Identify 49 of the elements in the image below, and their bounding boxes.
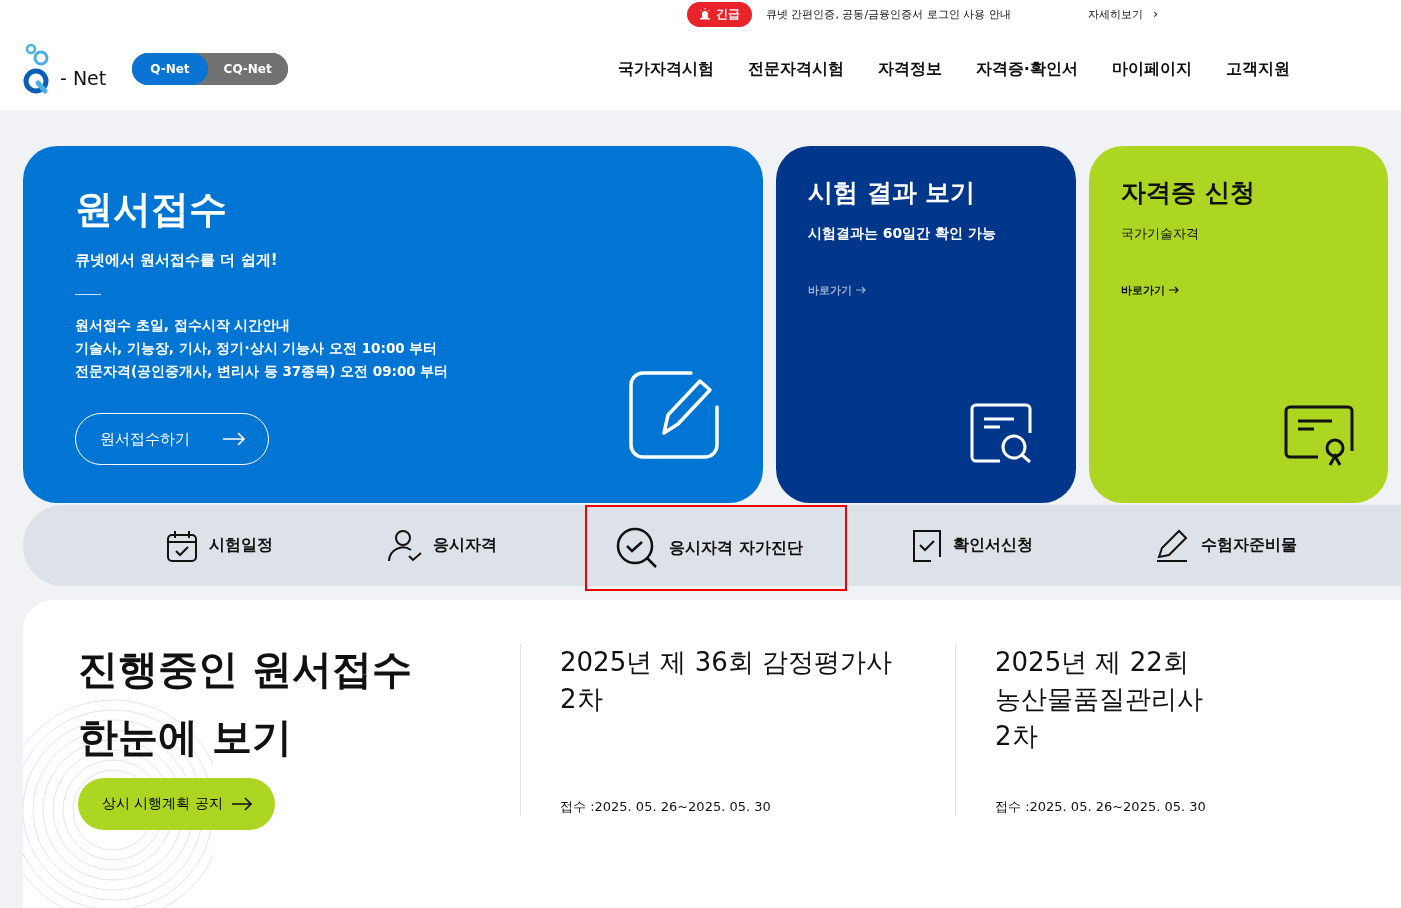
card-title: 시험 결과 보기	[808, 177, 977, 209]
logo[interactable]: - Net	[22, 43, 107, 95]
certificate-icon	[1284, 405, 1354, 467]
card-title: 원서접수	[75, 186, 228, 233]
document-search-icon	[970, 403, 1034, 463]
section-title: 한눈에 보기	[78, 714, 293, 760]
arrow-right-icon	[230, 797, 253, 811]
quick-menu-item[interactable]: 응시자격	[385, 505, 585, 586]
calendar-icon	[165, 528, 199, 563]
exam-title[interactable]: 농산물품질관리사	[995, 681, 1390, 718]
quick-menu-item[interactable]: 시험일정	[163, 505, 385, 586]
nav-item[interactable]: 자격증·확인서	[975, 58, 1078, 80]
nav-item[interactable]: 자격정보	[877, 58, 942, 80]
notice-text: 큐넷 간편인증, 공동/금융인증서 로그인 사용 안내	[766, 6, 1012, 22]
nav-item[interactable]: 국가자격시험	[617, 58, 714, 80]
card-info-line: 기술사, 기능장, 기사, 정기·상시 기능사 오전 10:00 부터	[75, 340, 439, 358]
card-subtitle: 국가기술자격	[1121, 225, 1200, 243]
more-link[interactable]: 자세히보기 ›	[1088, 6, 1159, 22]
person-icon	[387, 528, 423, 563]
card-subtitle: 큐넷에서 원서접수를 더 쉽게!	[75, 251, 279, 270]
shortcut-link[interactable]: 바로가기	[1121, 283, 1179, 298]
exam-title[interactable]: 2차	[560, 681, 955, 718]
exam-period: 접수 :2025. 05. 26~2025. 05. 30	[560, 798, 772, 816]
card-subtitle: 시험결과는 60일간 확인 가능	[808, 225, 998, 243]
nav-item[interactable]: 전문자격시험	[747, 58, 844, 80]
exam-title[interactable]: 2차	[995, 718, 1390, 755]
quick-menu-item[interactable]: 확인서신청	[909, 505, 1153, 586]
quick-menu-item[interactable]: 수험자준비물	[1153, 505, 1299, 586]
exam-period: 접수 :2025. 05. 26~2025. 05. 30	[995, 798, 1207, 816]
shortcut-link[interactable]: 바로가기	[808, 283, 866, 298]
nav-item[interactable]: 마이페이지	[1111, 58, 1192, 80]
search-check-icon	[615, 526, 659, 570]
section-title: 진행중인 원서접수	[78, 646, 413, 692]
urgent-badge: 긴급	[687, 1, 752, 27]
arrow-right-icon	[1168, 286, 1179, 294]
card-info-line: 전문자격(공인중개사, 변리사 등 37종목) 오전 09:00 부터	[75, 363, 450, 381]
notice-button[interactable]: 상시 시행계획 공지	[78, 778, 275, 830]
card-title: 자격증 신청	[1121, 177, 1256, 209]
card-info-line: 원서접수 초일, 접수시작 시간안내	[75, 317, 292, 335]
arrow-right-icon	[222, 432, 246, 446]
siren-icon	[699, 8, 711, 20]
exam-title[interactable]: 2025년 제 22회	[995, 644, 1390, 681]
document-check-icon	[911, 528, 943, 563]
site-tab[interactable]: Q-Net	[132, 53, 208, 85]
arrow-right-icon	[855, 286, 866, 294]
quick-menu-item[interactable]: 응시자격 자가진단	[585, 505, 847, 591]
edit-icon	[629, 371, 719, 459]
nav-item[interactable]: 고객지원	[1225, 58, 1290, 80]
exam-title[interactable]: 2025년 제 36회 감정평가사	[560, 644, 955, 681]
